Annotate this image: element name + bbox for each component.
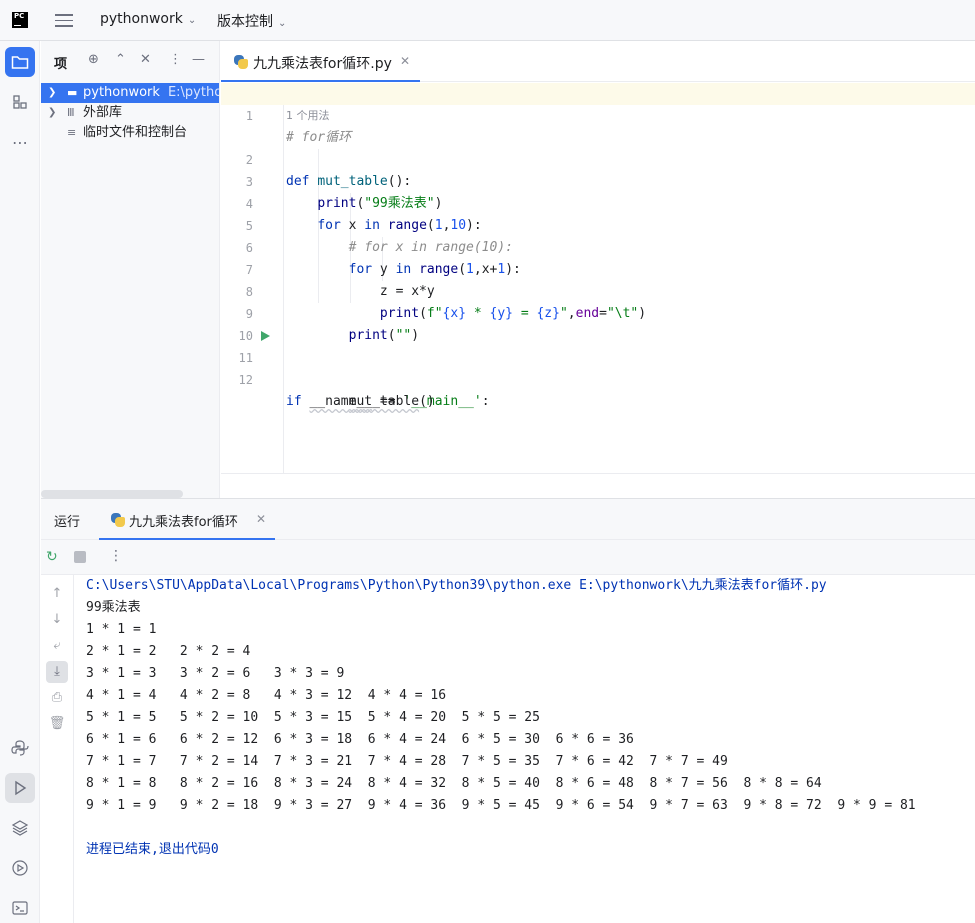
- chevron-right-icon: ❯: [48, 87, 57, 98]
- console-line: 2 * 1 = 2 2 * 2 = 4: [86, 644, 251, 659]
- collapse-all-icon[interactable]: ✕: [140, 52, 151, 67]
- hide-panel-icon[interactable]: —: [192, 52, 205, 67]
- tree-item-path: E:\pythonwork: [167, 85, 219, 100]
- project-name: pythonwork: [100, 11, 183, 27]
- console-line: 进程已结束,退出代码0: [86, 842, 219, 857]
- run-toolbar: ↻ ⋮: [41, 540, 975, 575]
- run-tool-icon[interactable]: [5, 773, 35, 803]
- code-area[interactable]: 1 # for循环 1 个用法 2 def mut_table(): 3 pri…: [221, 83, 975, 473]
- console-line: 9 * 1 = 9 9 * 2 = 18 9 * 3 = 27 9 * 4 = …: [86, 798, 916, 813]
- python-file-icon: [111, 513, 125, 527]
- chevron-down-icon: ⌄: [278, 18, 287, 29]
- locate-file-icon[interactable]: ⊕: [88, 52, 99, 67]
- more-tools-icon[interactable]: ⋯: [5, 127, 35, 157]
- tree-item-label: 临时文件和控制台: [83, 125, 188, 140]
- terminal-icon[interactable]: [5, 893, 35, 923]
- run-gutter-icon[interactable]: [261, 331, 270, 341]
- code-line: 4 for x in range(1,10):: [221, 171, 975, 233]
- code-line: 12 mut_table(): [221, 347, 975, 409]
- scroll-to-end-icon[interactable]: ⤓: [46, 661, 68, 683]
- code-line: 1 # for循环: [221, 83, 975, 145]
- main-menu-icon[interactable]: [55, 12, 73, 28]
- close-icon[interactable]: ✕: [400, 54, 410, 68]
- code-line: 5 # for x in range(10):: [221, 193, 975, 255]
- tree-item-label: pythonwork: [83, 85, 160, 100]
- horizontal-scrollbar[interactable]: [41, 490, 183, 498]
- scratch-icon: ≡: [67, 126, 77, 139]
- code-line: 3 print("99乘法表"): [221, 149, 975, 211]
- trash-icon[interactable]: 🗑: [46, 713, 68, 735]
- rerun-icon[interactable]: ↻: [46, 549, 58, 565]
- editor-tab-label: 九九乘法表for循环.py: [253, 56, 392, 72]
- project-selector[interactable]: pythonwork ⌄: [100, 11, 196, 27]
- python-packages-icon[interactable]: [5, 813, 35, 843]
- run-panel-header: 运行 九九乘法表for循环 ✕: [41, 499, 975, 540]
- run-panel-title: 运行: [54, 515, 81, 530]
- project-panel-title: 项: [54, 57, 68, 72]
- code-line: 10: [221, 303, 975, 343]
- editor-tab-file[interactable]: 九九乘法表for循环.py ✕: [221, 41, 420, 82]
- usage-hint[interactable]: 1 个用法: [286, 105, 330, 127]
- soft-wrap-icon[interactable]: ⤶: [46, 635, 68, 657]
- library-icon: Ⅲ: [67, 106, 75, 119]
- console-output[interactable]: C:\Users\STU\AppData\Local\Programs\Pyth…: [86, 575, 975, 923]
- python-file-icon: [234, 55, 248, 69]
- tree-item-pythonwork[interactable]: ❯ ▬ pythonwork E:\pythonwork: [41, 83, 219, 103]
- tree-item-external-libraries[interactable]: ❯ Ⅲ 外部库: [41, 103, 219, 123]
- console-line: 99乘法表: [86, 600, 141, 615]
- code-line: 2 def mut_table():: [221, 127, 975, 189]
- expand-all-icon[interactable]: ⌃: [115, 52, 126, 67]
- scroll-down-icon[interactable]: ↓: [46, 609, 68, 631]
- console-line: 6 * 1 = 6 6 * 2 = 12 6 * 3 = 18 6 * 4 = …: [86, 732, 634, 747]
- console-line: 1 * 1 = 1: [86, 622, 157, 637]
- code-line: 9 print(""): [221, 281, 975, 343]
- editor-tabs: 九九乘法表for循环.py ✕: [221, 41, 975, 82]
- line-number: 12: [238, 373, 253, 387]
- python-console-icon[interactable]: [5, 733, 35, 763]
- editor-horizontal-scrollbar[interactable]: [221, 473, 975, 498]
- code-line: 6 for y in range(1,x+1):: [221, 215, 975, 277]
- left-tool-strip: ⋯: [0, 41, 40, 923]
- structure-icon[interactable]: [5, 87, 35, 117]
- project-folder-icon[interactable]: [5, 47, 35, 77]
- console-line: C:\Users\STU\AppData\Local\Programs\Pyth…: [86, 578, 827, 593]
- editor: 九九乘法表for循环.py ✕ 1 # for循环 1 个用法 2 def mu…: [221, 41, 975, 498]
- folder-icon: ▬: [67, 86, 78, 99]
- tree-item-label: 外部库: [83, 105, 123, 120]
- code-line: 7 z = x*y: [221, 237, 975, 299]
- vcs-label: 版本控制: [217, 14, 273, 30]
- options-icon[interactable]: ⋮: [169, 52, 182, 67]
- code-line: 11 if __name__ == '__main__':: [221, 325, 975, 409]
- run-panel: 运行 九九乘法表for循环 ✕ ↻ ⋮ ↑ ↓ ⤶ ⤓ ⎙ 🗑 C:\Users…: [41, 498, 975, 923]
- line-number: 1: [245, 109, 253, 123]
- console-line: 8 * 1 = 8 8 * 2 = 16 8 * 3 = 24 8 * 4 = …: [86, 776, 822, 791]
- console-line: 3 * 1 = 3 3 * 2 = 6 3 * 3 = 9: [86, 666, 345, 681]
- chevron-down-icon: ⌄: [187, 15, 197, 26]
- console-line: 5 * 1 = 5 5 * 2 = 10 5 * 3 = 15 5 * 4 = …: [86, 710, 540, 725]
- chevron-right-icon: ❯: [48, 107, 57, 118]
- run-side-toolbar: ↑ ↓ ⤶ ⤓ ⎙ 🗑: [41, 575, 74, 923]
- console-line: 7 * 1 = 7 7 * 2 = 14 7 * 3 = 21 7 * 4 = …: [86, 754, 728, 769]
- more-options-icon[interactable]: ⋮: [109, 548, 123, 564]
- scroll-up-icon[interactable]: ↑: [46, 583, 68, 605]
- code-line: 8 print(f"{x} * {y} = {z}",end="\t"): [221, 259, 975, 321]
- close-icon[interactable]: ✕: [256, 512, 266, 526]
- title-bar: PC pythonwork ⌄ 版本控制 ⌄: [0, 0, 975, 41]
- pycharm-logo-icon[interactable]: PC: [12, 12, 28, 28]
- run-tab[interactable]: 九九乘法表for循环 ✕: [99, 499, 275, 540]
- vcs-menu[interactable]: 版本控制 ⌄: [217, 11, 286, 31]
- console-line: 4 * 1 = 4 4 * 2 = 8 4 * 3 = 12 4 * 4 = 1…: [86, 688, 447, 703]
- services-icon[interactable]: [5, 853, 35, 883]
- tree-item-scratches[interactable]: ≡ 临时文件和控制台: [41, 123, 219, 143]
- project-panel: 项 ⊕ ⌃ ✕ ⋮ — ❯ ▬ pythonworkE:\pythonwork …: [41, 41, 220, 498]
- run-tab-label: 九九乘法表for循环: [129, 515, 238, 530]
- stop-icon[interactable]: [74, 551, 86, 563]
- print-icon[interactable]: ⎙: [46, 687, 68, 709]
